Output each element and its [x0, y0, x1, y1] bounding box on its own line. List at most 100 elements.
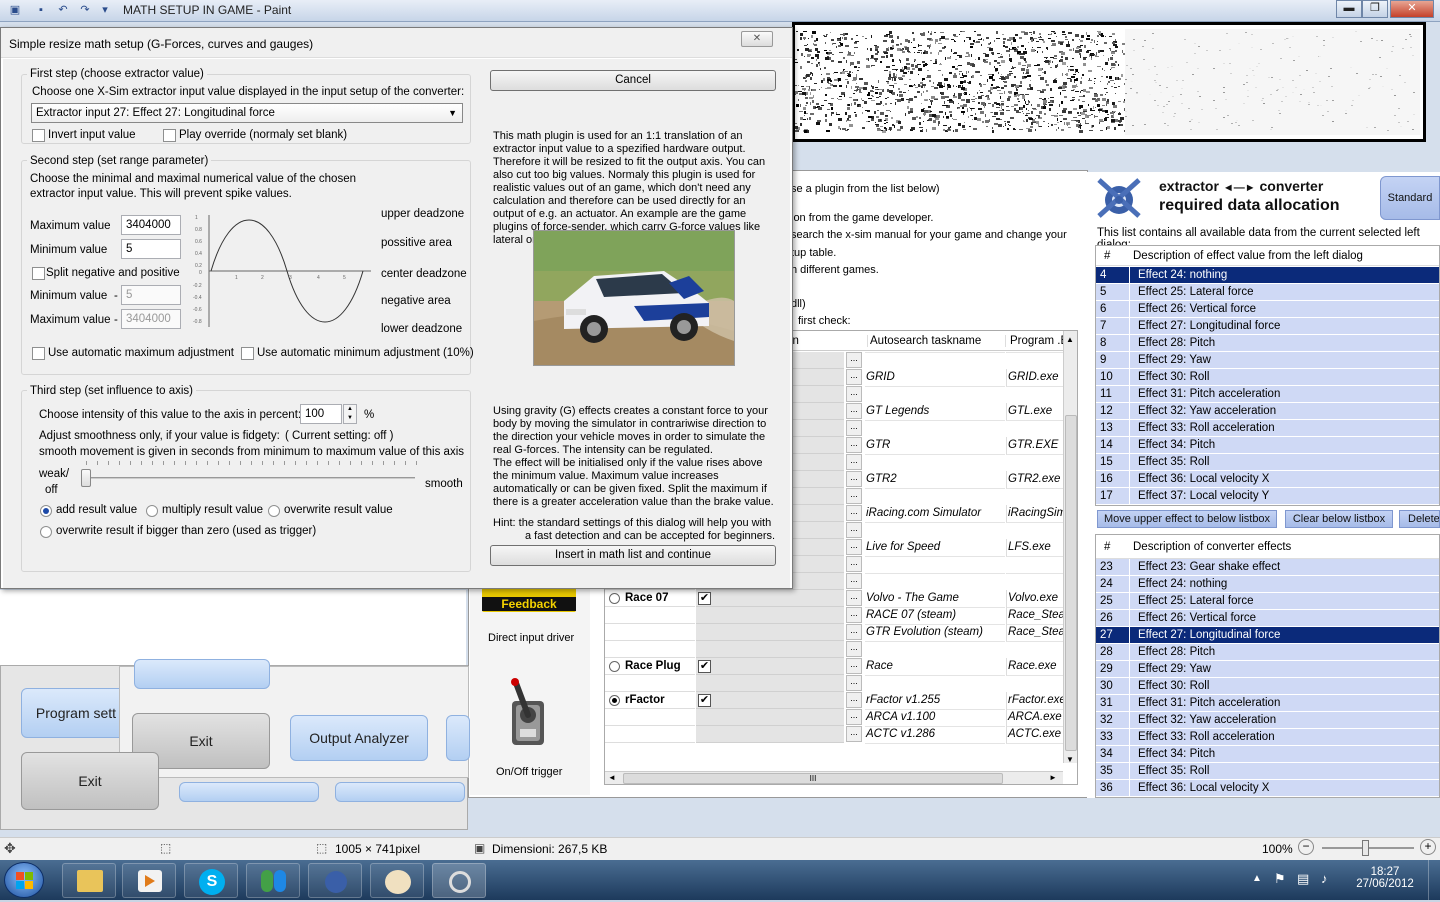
- radio-overwrite-if-bigger[interactable]: [40, 526, 52, 538]
- hidden-top-button[interactable]: [134, 659, 270, 689]
- scroll-down-icon[interactable]: ▼: [1066, 755, 1074, 764]
- cancel-button[interactable]: Cancel: [490, 70, 776, 91]
- grid-vscrollbar[interactable]: ▲ ▼: [1063, 331, 1077, 764]
- smooth-slider-thumb[interactable]: [81, 469, 91, 487]
- browse-button[interactable]: ...: [846, 471, 862, 487]
- list-item[interactable]: 4 Effect 24: nothing: [1096, 267, 1439, 284]
- max2-value-input[interactable]: 3404000: [121, 309, 181, 329]
- browse-button[interactable]: ...: [846, 624, 862, 640]
- list-item[interactable]: 36 Effect 36: Local velocity X: [1096, 780, 1439, 797]
- browse-button[interactable]: ...: [846, 488, 862, 504]
- radio-multiply-result[interactable]: [146, 505, 158, 517]
- clock[interactable]: 18:27 27/06/2012: [1354, 866, 1416, 890]
- list-item[interactable]: 13 Effect 33: Roll acceleration: [1096, 420, 1439, 437]
- table-row[interactable]: ... ACTC v1.286 ACTC.exe: [605, 726, 1077, 744]
- quick-access-dropdown-icon[interactable]: ▾: [98, 3, 112, 17]
- game-radio[interactable]: [609, 695, 620, 706]
- browse-button[interactable]: ...: [846, 454, 862, 470]
- table-row[interactable]: Race Plug ✔... Race Race.exe: [605, 658, 1077, 676]
- skype-taskbar-icon[interactable]: S: [184, 863, 238, 898]
- browse-button[interactable]: ...: [846, 726, 862, 742]
- browse-button[interactable]: ...: [846, 692, 862, 708]
- output-analyzer-button[interactable]: Output Analyzer: [290, 715, 428, 761]
- scroll-left-icon[interactable]: ◄: [608, 773, 616, 782]
- list-item[interactable]: 16 Effect 36: Local velocity X: [1096, 471, 1439, 488]
- volume-icon[interactable]: ♪: [1321, 871, 1328, 886]
- table-row[interactable]: ...: [605, 675, 1077, 692]
- standard-button[interactable]: Standard: [1380, 176, 1440, 220]
- messenger-taskbar-icon[interactable]: [246, 863, 300, 898]
- list-item[interactable]: 24 Effect 24: nothing: [1096, 576, 1439, 593]
- flag-icon[interactable]: ⚑: [1274, 871, 1286, 887]
- undo-icon[interactable]: ↶: [56, 3, 70, 17]
- insert-continue-button[interactable]: Insert in math list and continue: [490, 545, 776, 566]
- zoom-slider-thumb[interactable]: [1362, 840, 1369, 856]
- browse-button[interactable]: ...: [846, 352, 862, 368]
- list-item[interactable]: 30 Effect 30: Roll: [1096, 678, 1439, 695]
- detection-checkbox[interactable]: ✔: [698, 592, 711, 605]
- browse-button[interactable]: ...: [846, 420, 862, 436]
- partial-button[interactable]: [446, 715, 470, 761]
- browse-button[interactable]: ...: [846, 369, 862, 385]
- partial-bottom-button-1[interactable]: [179, 782, 319, 802]
- paint-menu-icon[interactable]: ▣: [8, 3, 22, 17]
- max-value-input[interactable]: 3404000: [121, 215, 181, 235]
- list-item[interactable]: 25 Effect 25: Lateral force: [1096, 593, 1439, 610]
- browse-button[interactable]: ...: [846, 505, 862, 521]
- explorer-taskbar-icon[interactable]: [62, 863, 116, 898]
- list-item[interactable]: 26 Effect 26: Vertical force: [1096, 610, 1439, 627]
- media-player-taskbar-icon[interactable]: [122, 863, 176, 898]
- intensity-spinner[interactable]: ▲ ▼: [343, 404, 357, 424]
- intensity-input[interactable]: 100: [300, 404, 342, 424]
- table-row[interactable]: ... GTR Evolution (steam) Race_Stea: [605, 624, 1077, 642]
- list-item[interactable]: 33 Effect 33: Roll acceleration: [1096, 729, 1439, 746]
- list-item[interactable]: 34 Effect 34: Pitch: [1096, 746, 1439, 763]
- maximize-button[interactable]: ❐: [1362, 0, 1388, 18]
- list-item[interactable]: 17 Effect 37: Local velocity Y: [1096, 488, 1439, 505]
- min-value-input[interactable]: 5: [121, 239, 181, 259]
- close-button[interactable]: ✕: [1390, 0, 1434, 18]
- dialog-close-button[interactable]: ✕: [741, 31, 773, 47]
- list-item[interactable]: 31 Effect 31: Pitch acceleration: [1096, 695, 1439, 712]
- save-icon[interactable]: ▪: [34, 3, 48, 17]
- list-item[interactable]: 35 Effect 35: Roll: [1096, 763, 1439, 780]
- scroll-right-icon[interactable]: ►: [1049, 773, 1057, 782]
- invert-checkbox[interactable]: [32, 129, 45, 142]
- list-item[interactable]: 27 Effect 27: Longitudinal force: [1096, 627, 1439, 644]
- delete-button[interactable]: Delete: [1399, 510, 1440, 528]
- paint-taskbar-icon[interactable]: [370, 863, 424, 898]
- browse-button[interactable]: ...: [846, 590, 862, 606]
- list-item[interactable]: 32 Effect 32: Yaw acceleration: [1096, 712, 1439, 729]
- list-item[interactable]: 29 Effect 29: Yaw: [1096, 661, 1439, 678]
- min2-value-input[interactable]: 5: [121, 285, 181, 305]
- list-item[interactable]: 15 Effect 35: Roll: [1096, 454, 1439, 471]
- list-item[interactable]: 7 Effect 27: Longitudinal force: [1096, 318, 1439, 335]
- browse-button[interactable]: ...: [846, 522, 862, 538]
- game-radio[interactable]: [609, 593, 620, 604]
- browse-button[interactable]: ...: [846, 641, 862, 657]
- start-button[interactable]: [4, 862, 44, 898]
- radio-add-result[interactable]: [40, 505, 52, 517]
- table-row[interactable]: rFactor ✔... rFactor v1.255 rFactor.exe: [605, 692, 1077, 710]
- minimize-button[interactable]: ▬: [1336, 0, 1362, 18]
- detection-checkbox[interactable]: ✔: [698, 694, 711, 707]
- list-item[interactable]: 14 Effect 34: Pitch: [1096, 437, 1439, 454]
- redo-icon[interactable]: ↷: [78, 3, 92, 17]
- play-override-checkbox[interactable]: [163, 129, 176, 142]
- xsim-taskbar-icon[interactable]: [308, 863, 362, 898]
- auto-max-checkbox[interactable]: [32, 347, 45, 360]
- list-item[interactable]: 28 Effect 28: Pitch: [1096, 644, 1439, 661]
- extractor-select[interactable]: Extractor input 27: Effect 27: Longitudi…: [31, 103, 463, 123]
- network-icon[interactable]: ▤: [1297, 871, 1309, 887]
- split-checkbox[interactable]: [32, 267, 45, 280]
- browse-button[interactable]: ...: [846, 437, 862, 453]
- browse-button[interactable]: ...: [846, 607, 862, 623]
- xsim-converter-taskbar-icon[interactable]: [432, 863, 486, 898]
- browse-button[interactable]: ...: [846, 556, 862, 572]
- browse-button[interactable]: ...: [846, 709, 862, 725]
- partial-bottom-button-2[interactable]: [335, 782, 465, 802]
- list-item[interactable]: 12 Effect 32: Yaw acceleration: [1096, 403, 1439, 420]
- browse-button[interactable]: ...: [846, 675, 862, 691]
- auto-min-checkbox[interactable]: [241, 347, 254, 360]
- table-row[interactable]: ...: [605, 641, 1077, 658]
